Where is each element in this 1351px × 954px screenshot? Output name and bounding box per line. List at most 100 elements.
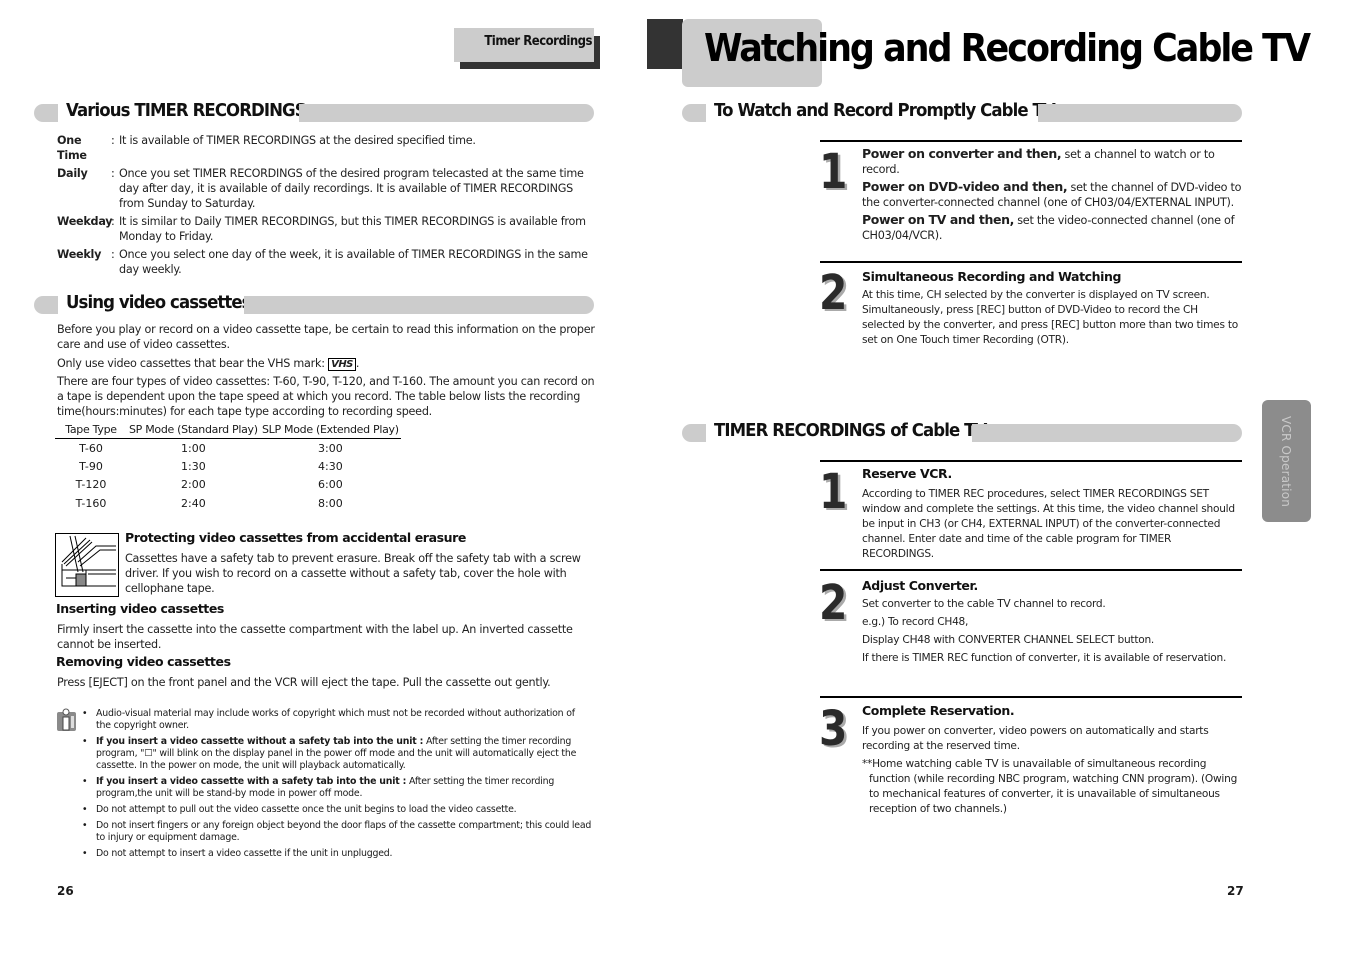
remove-text: Press [EJECT] on the front panel and the… xyxy=(57,676,551,689)
timer-mode-desc: It is available of TIMER RECORDINGS at t… xyxy=(119,134,476,147)
side-tab-vcr-operation[interactable]: VCR Operation xyxy=(1262,400,1311,522)
section-header-bar xyxy=(972,424,1242,442)
protect-heading: Protecting video cassettes from accident… xyxy=(125,530,466,545)
timer-step-2: Adjust Converter. Set converter to the c… xyxy=(862,577,1242,667)
section-header-bar xyxy=(1038,104,1242,122)
page-title: Watching and Recording Cable TV xyxy=(704,26,1311,70)
section-header-bar xyxy=(244,296,594,314)
timer-mode-desc: Once you select one day of the week, it … xyxy=(119,248,588,276)
timer-mode-term: Weekly xyxy=(57,248,102,261)
step-divider xyxy=(820,460,1242,462)
safety-tab-illustration-icon xyxy=(55,533,119,597)
section-header-cap xyxy=(34,104,58,122)
table-row: T-120 2:00 6:00 xyxy=(55,476,401,495)
table-cell: 1:00 xyxy=(181,441,206,455)
insert-text: Firmly insert the cassette into the cass… xyxy=(57,623,573,651)
watch-step-1: Power on converter and then, set a chann… xyxy=(862,146,1242,242)
section-heading: Using video cassettes xyxy=(66,292,252,313)
section-heading: Various TIMER RECORDINGS xyxy=(66,100,307,121)
caution-item: If you insert a video cassette with a sa… xyxy=(82,776,592,800)
page-number-left: 26 xyxy=(57,884,74,898)
step-divider xyxy=(820,696,1242,698)
vhs-note-text: Only use video cassettes that bear the V… xyxy=(57,357,325,370)
step-divider xyxy=(820,569,1242,571)
section-header-cap xyxy=(682,104,706,122)
remove-heading: Removing video cassettes xyxy=(56,654,231,669)
timer-mode-term: One Time xyxy=(57,134,87,162)
step-title: Adjust Converter. xyxy=(862,578,978,593)
table-cell: 2:40 xyxy=(181,496,206,510)
step-text: Display CH48 with CONVERTER CHANNEL SELE… xyxy=(862,634,1155,646)
step-number: 3 xyxy=(819,701,847,757)
cassette-types-text: There are four types of video cassettes:… xyxy=(57,375,595,418)
step-text: At this time, CH selected by the convert… xyxy=(862,289,1238,346)
caution-item: Do not insert fingers or any foreign obj… xyxy=(82,820,592,844)
table-row: T-160 2:40 8:00 xyxy=(55,494,401,513)
table-cell: 8:00 xyxy=(318,496,343,510)
section-header-cap xyxy=(34,296,58,314)
step-title: Simultaneous Recording and Watching xyxy=(862,269,1122,284)
section-header-various-timer: Various TIMER RECORDINGS xyxy=(34,100,594,122)
watch-step-2: Simultaneous Recording and Watching At t… xyxy=(862,269,1242,348)
timer-mode-item: One Time : It is available of TIMER RECO… xyxy=(57,133,597,163)
step-divider xyxy=(820,140,1242,142)
section-header-cap xyxy=(682,424,706,442)
step-text: e.g.) To record CH48, xyxy=(862,616,969,628)
timer-mode-term: Weekday xyxy=(57,215,113,228)
page-number-right: 27 xyxy=(1227,884,1244,898)
protect-text: Cassettes have a safety tab to prevent e… xyxy=(125,552,581,595)
table-cell: T-90 xyxy=(79,459,103,473)
timer-step-1: Reserve VCR. According to TIMER REC proc… xyxy=(862,466,1242,562)
table-cell: 2:00 xyxy=(181,478,206,492)
step-number: 2 xyxy=(819,265,847,321)
section-header-timer-cable: TIMER RECORDINGS of Cable TV xyxy=(682,420,1242,442)
section-tab-timer-recordings: Timer Recordings xyxy=(454,28,594,62)
vhs-logo-icon: VHS xyxy=(328,358,356,371)
step-text: According to TIMER REC procedures, selec… xyxy=(862,488,1235,560)
timer-mode-term: Daily xyxy=(57,167,88,180)
timer-mode-item: Daily : Once you set TIMER RECORDINGS of… xyxy=(57,166,597,211)
table-cell: 4:30 xyxy=(318,459,343,473)
step-title: Reserve VCR. xyxy=(862,466,952,481)
section-heading: To Watch and Record Promptly Cable TV xyxy=(714,100,1056,121)
table-header: SP Mode (Standard Play) xyxy=(127,422,260,439)
step-title: Complete Reservation. xyxy=(862,703,1015,718)
table-cell: 1:30 xyxy=(181,459,206,473)
step-number: 1 xyxy=(819,144,847,200)
step-divider xyxy=(820,261,1242,263)
table-cell: T-60 xyxy=(79,441,103,455)
table-header: SLP Mode (Extended Play) xyxy=(259,422,401,439)
step-text: If there is TIMER REC function of conver… xyxy=(862,652,1227,664)
table-cell: T-120 xyxy=(75,478,107,492)
table-row: T-60 1:00 3:00 xyxy=(55,439,401,458)
timer-mode-item: Weekly : Once you select one day of the … xyxy=(57,247,597,277)
caution-item: Audio-visual material may include works … xyxy=(82,708,592,732)
caution-item: Do not attempt to insert a video cassett… xyxy=(82,848,592,860)
step-number: 1 xyxy=(819,464,847,520)
table-cell: 3:00 xyxy=(318,441,343,455)
table-header: Tape Type xyxy=(55,422,127,439)
step-text: Set converter to the cable TV channel to… xyxy=(862,598,1106,610)
table-cell: T-160 xyxy=(75,496,107,510)
timer-mode-item: Weekday : It is similar to Daily TIMER R… xyxy=(57,214,597,244)
step-note: **Home watching cable TV is unavailable … xyxy=(862,758,1238,815)
timer-step-3: Complete Reservation. If you power on co… xyxy=(862,703,1242,817)
insert-heading: Inserting video cassettes xyxy=(56,601,224,616)
step-number: 2 xyxy=(819,575,847,631)
caution-item: Do not attempt to pull out the video cas… xyxy=(82,804,592,816)
cassette-intro: Before you play or record on a video cas… xyxy=(57,323,595,351)
side-tab-label: VCR Operation xyxy=(1279,416,1293,508)
recording-time-table: Tape Type SP Mode (Standard Play) SLP Mo… xyxy=(55,422,401,513)
section-header-watch-record: To Watch and Record Promptly Cable TV xyxy=(682,100,1242,122)
section-heading: TIMER RECORDINGS of Cable TV xyxy=(714,420,987,441)
timer-mode-desc: It is similar to Daily TIMER RECORDINGS,… xyxy=(119,215,586,243)
cautions-list: Audio-visual material may include works … xyxy=(82,708,592,864)
title-dark-block xyxy=(647,19,683,69)
timer-modes-list: One Time : It is available of TIMER RECO… xyxy=(57,133,597,280)
section-header-bar xyxy=(299,104,594,122)
step-text: If you power on converter, video powers … xyxy=(862,725,1209,752)
caution-item: If you insert a video cassette without a… xyxy=(82,736,592,772)
info-note-icon xyxy=(56,708,78,732)
table-header-row: Tape Type SP Mode (Standard Play) SLP Mo… xyxy=(55,422,401,439)
table-cell: 6:00 xyxy=(318,478,343,492)
